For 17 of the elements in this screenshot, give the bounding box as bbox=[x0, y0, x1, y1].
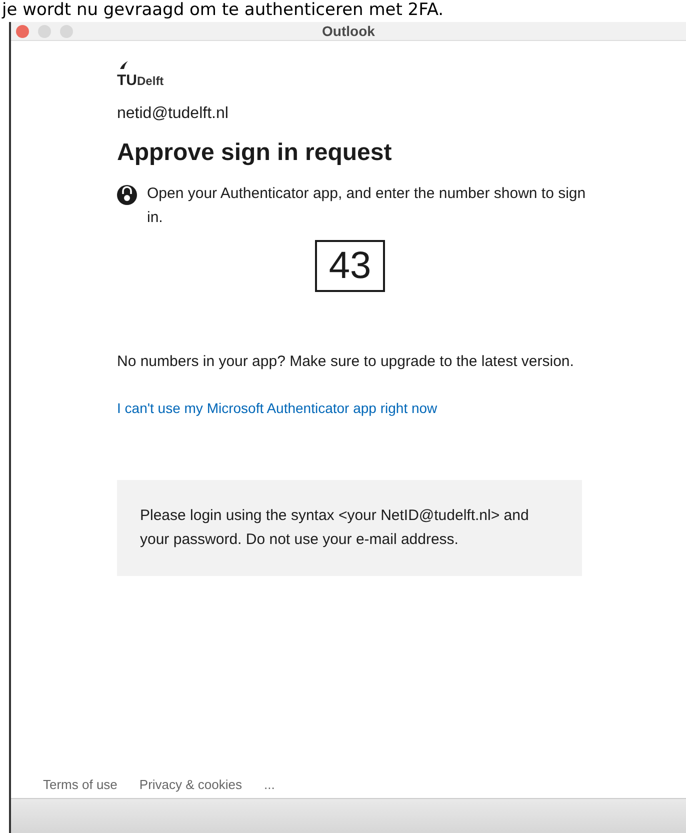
window-title: Outlook bbox=[322, 23, 375, 39]
account-email: netid@tudelft.nl bbox=[117, 105, 228, 123]
caption-text: je wordt nu gevraagd om te authenticeren met 2FA. bbox=[0, 0, 444, 22]
minimize-button[interactable] bbox=[38, 24, 51, 38]
close-button[interactable] bbox=[16, 24, 29, 38]
number-display: 43 bbox=[314, 240, 386, 292]
alt-link[interactable]: I can't use my Microsoft Authenticator app right now bbox=[117, 400, 438, 416]
zoom-button[interactable] bbox=[60, 24, 73, 38]
logo: TUDelft bbox=[117, 59, 164, 89]
footer-link[interactable]: ... bbox=[264, 777, 275, 792]
footer-link[interactable]: Privacy & cookies bbox=[139, 777, 242, 792]
lock-icon bbox=[117, 184, 137, 206]
instruction-text: Open your Authenticator app, and enter the number shown to sign in. bbox=[147, 184, 587, 228]
info-box: Please login using the syntax <your NetID@tudelft.nl> and your password. Do not use your e-mail address. bbox=[117, 480, 582, 576]
footer-link[interactable]: Terms of use bbox=[43, 777, 118, 792]
upgrade-note: No numbers in your app? Make sure to upgrade to the latest version. bbox=[117, 352, 575, 372]
heading: Approve sign in request bbox=[117, 139, 392, 167]
